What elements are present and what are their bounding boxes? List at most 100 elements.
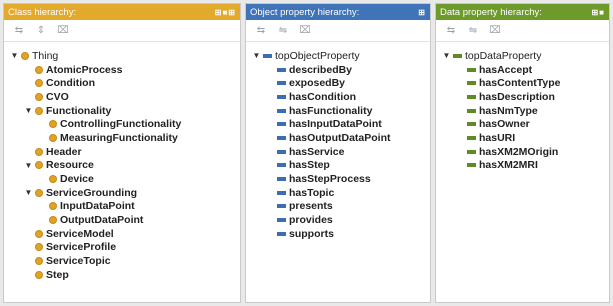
tree-item[interactable]: ▶hasNmType <box>442 104 609 118</box>
tree-item[interactable]: ▶hasContentType <box>442 76 609 90</box>
delete-class-button[interactable]: ⌧ <box>56 25 70 37</box>
tree-item[interactable]: ▶MeasuringFunctionality <box>10 131 240 145</box>
object-property-icon <box>263 53 272 58</box>
tree-item[interactable]: ▶describedBy <box>252 63 430 77</box>
data-property-icon <box>467 81 476 86</box>
tree-item[interactable]: ▶supports <box>252 227 430 241</box>
delete-property-button[interactable]: ⌧ <box>298 25 312 37</box>
tree-item[interactable]: ▶Header <box>10 145 240 159</box>
tree-item-label: Thing <box>32 49 59 62</box>
add-sibling-button[interactable]: ⇕ <box>34 25 48 37</box>
tree-item[interactable]: ▶exposedBy <box>252 76 430 90</box>
panel-controls-icon[interactable]: ⊞■ <box>591 8 605 17</box>
tree-item-label: MeasuringFunctionality <box>60 131 178 144</box>
tree-item-label: Header <box>46 145 82 158</box>
data-property-title: Data property hierarchy: <box>440 6 542 18</box>
object-property-tree: ▼ topObjectProperty▶describedBy▶exposedBy… <box>246 42 430 241</box>
data-property-icon <box>467 108 476 113</box>
expand-toggle-icon[interactable]: ▼ <box>24 106 33 115</box>
tree-item[interactable]: ▶CVO <box>10 90 240 104</box>
class-icon <box>35 79 43 88</box>
class-icon <box>35 65 43 74</box>
object-property-icon <box>277 149 286 154</box>
tree-item-label: ControllingFunctionality <box>60 118 182 131</box>
class-icon <box>35 188 43 197</box>
class-icon <box>35 243 43 252</box>
tree-item[interactable]: ▶hasTopic <box>252 186 430 200</box>
tree-item[interactable]: ▶InputDataPoint <box>10 200 240 214</box>
tree-item[interactable]: ▶Device <box>10 172 240 186</box>
panel-controls-icon[interactable]: ⊞ <box>418 8 426 17</box>
tree-item[interactable]: ▶OutputDataPoint <box>10 213 240 227</box>
expand-toggle-icon[interactable]: ▼ <box>10 51 19 60</box>
tree-item[interactable]: ▶provides <box>252 213 430 227</box>
object-property-icon <box>277 108 286 113</box>
tree-item[interactable]: ▼ topObjectProperty <box>252 49 430 63</box>
tree-item[interactable]: ▶ServiceModel <box>10 227 240 241</box>
class-icon <box>35 106 43 115</box>
panel-controls-icon[interactable]: ⊞■⊞ <box>215 8 236 17</box>
tree-item[interactable]: ▶presents <box>252 200 430 214</box>
tree-item-label: hasService <box>289 145 345 158</box>
tree-item-label: hasNmType <box>479 104 538 117</box>
tree-item[interactable]: ▶hasURI <box>442 131 609 145</box>
tree-item[interactable]: ▼ Functionality <box>10 104 240 118</box>
add-data-sibling-button[interactable]: ⇋ <box>466 25 480 37</box>
add-subproperty-button[interactable]: ⇆ <box>254 25 268 37</box>
tree-item-label: hasContentType <box>479 77 561 90</box>
expand-toggle-icon[interactable]: ▼ <box>442 51 451 60</box>
add-data-subproperty-button[interactable]: ⇆ <box>444 25 458 37</box>
data-property-icon <box>453 53 462 58</box>
tree-item[interactable]: ▶hasDescription <box>442 90 609 104</box>
expand-toggle-icon[interactable]: ▼ <box>24 161 33 170</box>
add-subclass-button[interactable]: ⇆ <box>12 25 26 37</box>
tree-item-label: hasAccept <box>479 63 533 76</box>
tree-item-label: Resource <box>46 159 94 172</box>
add-sibling-property-button[interactable]: ⇋ <box>276 25 290 37</box>
class-hierarchy-panel: Class hierarchy: ⊞■⊞ ⇆ ⇕ ⌧ ▼ Thing▶AtomicPr… <box>3 3 241 303</box>
delete-data-property-button[interactable]: ⌧ <box>488 25 502 37</box>
tree-item[interactable]: ▶hasStep <box>252 159 430 173</box>
tree-item[interactable]: ▼ topDataProperty <box>442 49 609 63</box>
object-property-icon <box>277 67 286 72</box>
tree-item[interactable]: ▶hasService <box>252 145 430 159</box>
tree-item[interactable]: ▶hasOutputDataPoint <box>252 131 430 145</box>
tree-item-label: supports <box>289 227 334 240</box>
tree-item[interactable]: ▶AtomicProcess <box>10 63 240 77</box>
class-icon <box>35 92 43 101</box>
expand-toggle-icon[interactable]: ▼ <box>24 188 33 197</box>
class-toolbar: ⇆ ⇕ ⌧ <box>4 20 240 42</box>
tree-item-label: provides <box>289 214 333 227</box>
tree-item[interactable]: ▼ Thing <box>10 49 240 63</box>
data-property-icon <box>467 122 476 127</box>
tree-item[interactable]: ▼ ServiceGrounding <box>10 186 240 200</box>
data-property-hierarchy-panel: Data property hierarchy: ⊞■ ⇆ ⇋ ⌧ ▼ topData… <box>435 3 610 303</box>
tree-item[interactable]: ▶hasAccept <box>442 63 609 77</box>
tree-item[interactable]: ▶ServiceTopic <box>10 254 240 268</box>
tree-item-label: ServiceModel <box>46 227 114 240</box>
object-property-icon <box>277 135 286 140</box>
data-property-toolbar: ⇆ ⇋ ⌧ <box>436 20 609 42</box>
tree-item[interactable]: ▶ControllingFunctionality <box>10 117 240 131</box>
tree-item[interactable]: ▼ Resource <box>10 159 240 173</box>
tree-item[interactable]: ▶hasFunctionality <box>252 104 430 118</box>
tree-item[interactable]: ▶hasInputDataPoint <box>252 117 430 131</box>
tree-item[interactable]: ▶hasStepProcess <box>252 172 430 186</box>
tree-item-label: AtomicProcess <box>46 63 123 76</box>
tree-item-label: hasTopic <box>289 186 335 199</box>
class-hierarchy-titlebar: Class hierarchy: ⊞■⊞ <box>4 4 240 20</box>
class-icon <box>49 133 57 142</box>
tree-item-label: InputDataPoint <box>60 200 135 213</box>
object-property-icon <box>277 177 286 182</box>
tree-item-label: Step <box>46 268 69 281</box>
tree-item[interactable]: ▶hasCondition <box>252 90 430 104</box>
tree-item[interactable]: ▶Step <box>10 268 240 282</box>
expand-toggle-icon[interactable]: ▼ <box>252 51 261 60</box>
tree-item[interactable]: ▶hasXM2MOrigin <box>442 145 609 159</box>
tree-item-label: ServiceGrounding <box>46 186 138 199</box>
tree-item[interactable]: ▶hasOwner <box>442 117 609 131</box>
tree-item[interactable]: ▶Condition <box>10 76 240 90</box>
tree-item-label: hasDescription <box>479 90 555 103</box>
tree-item[interactable]: ▶ServiceProfile <box>10 241 240 255</box>
tree-item[interactable]: ▶hasXM2MRI <box>442 159 609 173</box>
